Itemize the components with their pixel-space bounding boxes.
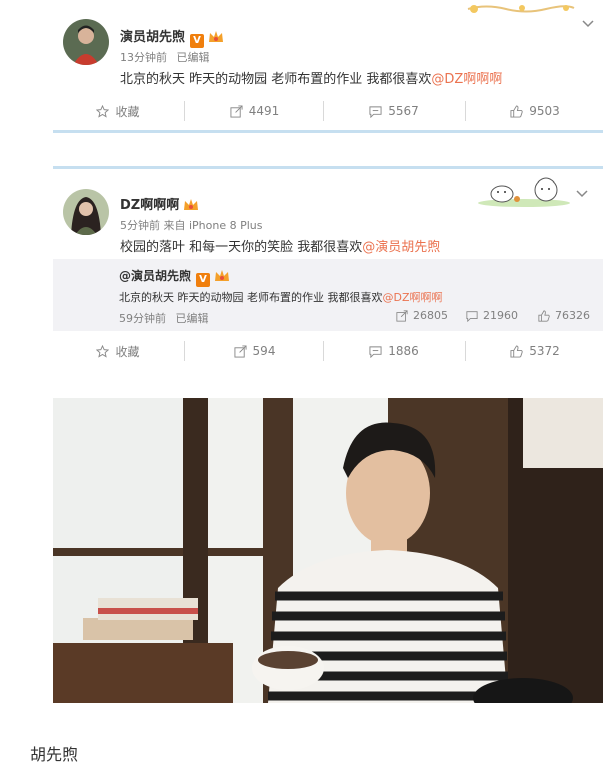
post-content: 北京的秋天 昨天的动物园 老师布置的作业 我都很喜欢 [120, 72, 432, 87]
quoted-time[interactable]: 59分钟前 [119, 312, 166, 325]
repost-count: 594 [252, 344, 276, 358]
username-text[interactable]: DZ啊啊啊 [120, 198, 179, 213]
mention-link[interactable]: @DZ啊啊啊 [431, 72, 502, 87]
comment-icon [466, 310, 478, 322]
verified-badge: V [196, 273, 211, 287]
divider [323, 101, 324, 121]
divider [465, 341, 466, 361]
post-time-source[interactable]: 5分钟前 来自 iPhone 8 Plus [120, 219, 263, 232]
quoted-username[interactable]: @演员胡先煦 V [119, 267, 230, 287]
post1-meta: 13分钟前 已编辑 [120, 49, 210, 65]
divider [184, 341, 185, 361]
comment-button[interactable]: 5567 [325, 93, 463, 129]
comment-icon [369, 105, 382, 118]
quoted-content: 北京的秋天 昨天的动物园 老师布置的作业 我都很喜欢 [119, 291, 383, 304]
crown-icon [209, 31, 224, 42]
repost-count: 4491 [248, 104, 280, 118]
repost-icon [234, 344, 247, 358]
comment-icon [369, 345, 382, 358]
crown-icon [184, 199, 199, 210]
post1-text: 北京的秋天 昨天的动物园 老师布置的作业 我都很喜欢@DZ啊啊啊 [120, 68, 502, 87]
divider [323, 341, 324, 361]
mention-link[interactable]: @演员胡先煦 [362, 240, 440, 255]
post1-username[interactable]: 演员胡先煦 V [120, 26, 224, 48]
like-button[interactable]: 5372 [467, 333, 603, 369]
quoted-meta: 59分钟前 已编辑 [119, 310, 209, 326]
quoted-comment-count[interactable]: 21960 [466, 309, 518, 322]
chevron-down-icon[interactable] [576, 190, 588, 198]
edited-label: 已编辑 [175, 312, 209, 325]
repost-icon [396, 309, 408, 322]
star-icon [96, 344, 110, 358]
chevron-down-icon[interactable] [582, 20, 594, 28]
quoted-repost-count[interactable]: 26805 [396, 309, 448, 322]
edited-label: 已编辑 [176, 51, 210, 64]
verified-badge: V [190, 34, 205, 48]
repost-button[interactable]: 594 [188, 333, 321, 369]
sheep-sticker-decoration [478, 177, 570, 207]
like-count: 9503 [529, 104, 560, 118]
avatar[interactable] [63, 19, 109, 65]
mention-link[interactable]: @DZ啊啊啊 [383, 291, 443, 304]
crown-icon [215, 270, 230, 281]
repost-button[interactable]: 4491 [188, 93, 321, 129]
like-icon [538, 309, 550, 322]
like-icon [510, 344, 523, 358]
decoration-banner [467, 5, 575, 13]
post2-username[interactable]: DZ啊啊啊 [120, 194, 199, 213]
separator-bar [53, 166, 603, 169]
favorite-button[interactable]: 收藏 [53, 333, 183, 369]
post-time[interactable]: 13分钟前 [120, 51, 167, 64]
count: 76326 [555, 309, 590, 322]
quoted-text: 北京的秋天 昨天的动物园 老师布置的作业 我都很喜欢@DZ啊啊啊 [119, 289, 443, 305]
count: 26805 [413, 309, 448, 322]
separator-bar [53, 130, 603, 133]
repost-icon [230, 104, 243, 118]
favorite-label: 收藏 [115, 344, 140, 359]
username-text[interactable]: 演员胡先煦 [120, 30, 185, 45]
post1-action-bar: 收藏 4491 5567 9503 [53, 93, 603, 129]
comment-count: 5567 [388, 104, 419, 118]
photo [53, 398, 603, 703]
divider [465, 101, 466, 121]
post2-text: 校园的落叶 和每一天你的笑脸 我都很喜欢@演员胡先煦 [120, 236, 440, 255]
comment-count: 1886 [388, 344, 419, 358]
favorite-label: 收藏 [115, 104, 140, 119]
like-button[interactable]: 9503 [467, 93, 603, 129]
quoted-username-text[interactable]: @演员胡先煦 [119, 269, 191, 283]
post2-action-bar: 收藏 594 1886 5372 [53, 333, 603, 369]
quoted-like-count[interactable]: 76326 [538, 309, 590, 322]
like-icon [510, 104, 523, 118]
quoted-post[interactable]: @演员胡先煦 V 北京的秋天 昨天的动物园 老师布置的作业 我都很喜欢@DZ啊啊啊… [53, 259, 603, 331]
post2-meta: 5分钟前 来自 iPhone 8 Plus [120, 217, 263, 233]
post-content: 校园的落叶 和每一天你的笑脸 我都很喜欢 [120, 240, 363, 255]
divider [184, 101, 185, 121]
count: 21960 [483, 309, 518, 322]
photo-caption: 胡先煦 [30, 745, 79, 764]
avatar[interactable] [63, 189, 109, 235]
star-icon [96, 104, 110, 118]
like-count: 5372 [529, 344, 560, 358]
comment-button[interactable]: 1886 [325, 333, 463, 369]
favorite-button[interactable]: 收藏 [53, 93, 183, 129]
